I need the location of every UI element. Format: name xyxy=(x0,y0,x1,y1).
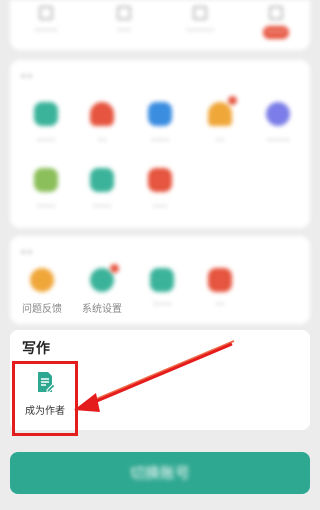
switch-account-button[interactable]: 切换账号 xyxy=(10,452,310,494)
pointer-arrow-icon xyxy=(74,340,235,412)
switch-account-label: 切换账号 xyxy=(129,464,190,482)
